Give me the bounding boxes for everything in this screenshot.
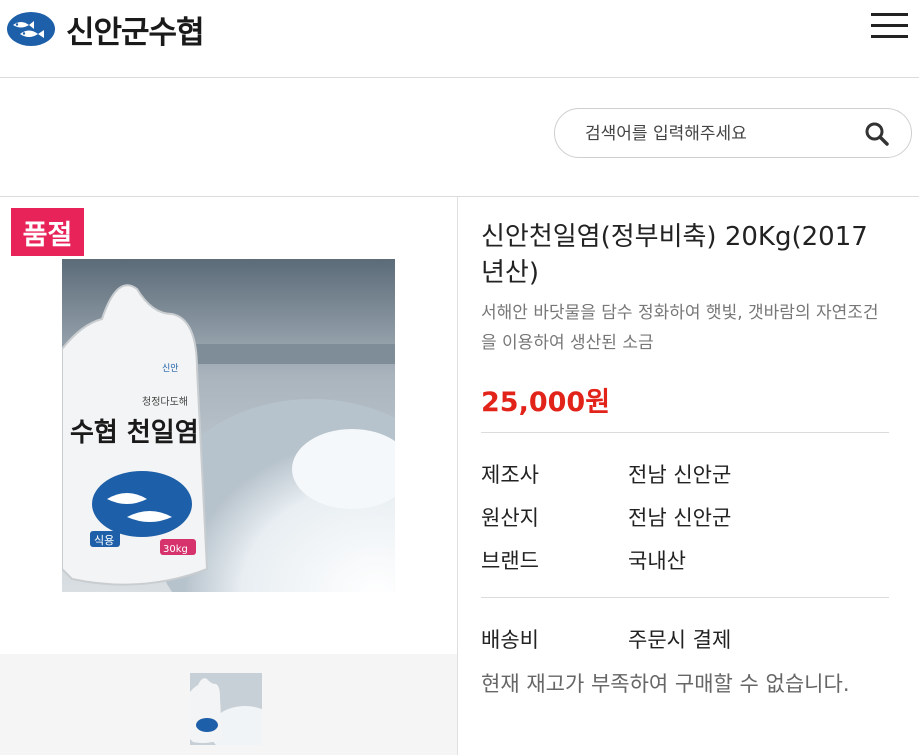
- product-price: 25,000원: [481, 387, 611, 418]
- bag-weight-label: 30kg: [163, 544, 188, 555]
- bag-small-label-2: 청정다도해: [142, 395, 188, 408]
- search-input[interactable]: [583, 118, 857, 150]
- bag-small-label-1: 신안: [162, 363, 179, 374]
- divider: [481, 597, 889, 598]
- spec-value: 전남 신안군: [628, 506, 732, 530]
- divider: [481, 432, 889, 433]
- thumbnail-strip: [0, 654, 457, 755]
- search-area: [0, 78, 919, 197]
- site-header: 신안군수협: [0, 0, 919, 78]
- product-main-image: 신안 청정다도해 수협 천일염 식용 30kg: [62, 259, 395, 592]
- fish-logo-icon: [7, 12, 55, 46]
- bag-type-label: 식용: [94, 534, 114, 547]
- logo-text: 신안군수협: [66, 14, 205, 51]
- search-box: [554, 108, 912, 158]
- search-icon[interactable]: [864, 121, 890, 147]
- spec-label: 제조사: [481, 463, 539, 487]
- product-image-panel: 품절 신안 청정다도해 수협 천일염 식용 30kg: [0, 197, 458, 755]
- shipping-value: 주문시 결제: [628, 628, 732, 652]
- product-title: 신안천일염(정부비축) 20Kg(2017년산): [481, 222, 868, 288]
- product-description: 서해안 바닷물을 담수 정화하여 햇빛, 갯바람의 자연조건을 이용하여 생산된…: [481, 303, 879, 353]
- spec-label: 브랜드: [481, 549, 539, 573]
- stock-notice: 현재 재고가 부족하여 구매할 수 없습니다.: [481, 672, 850, 696]
- site-logo[interactable]: 신안군수협: [6, 9, 205, 51]
- soldout-badge: 품절: [11, 208, 84, 256]
- spec-label: 원산지: [481, 506, 539, 530]
- hamburger-menu-icon[interactable]: [871, 13, 908, 39]
- shipping-label: 배송비: [481, 628, 539, 652]
- bag-text: 수협 천일염: [70, 418, 199, 448]
- spec-value: 전남 신안군: [628, 463, 732, 487]
- product-thumbnail[interactable]: [190, 673, 262, 745]
- spec-value: 국내산: [628, 549, 686, 573]
